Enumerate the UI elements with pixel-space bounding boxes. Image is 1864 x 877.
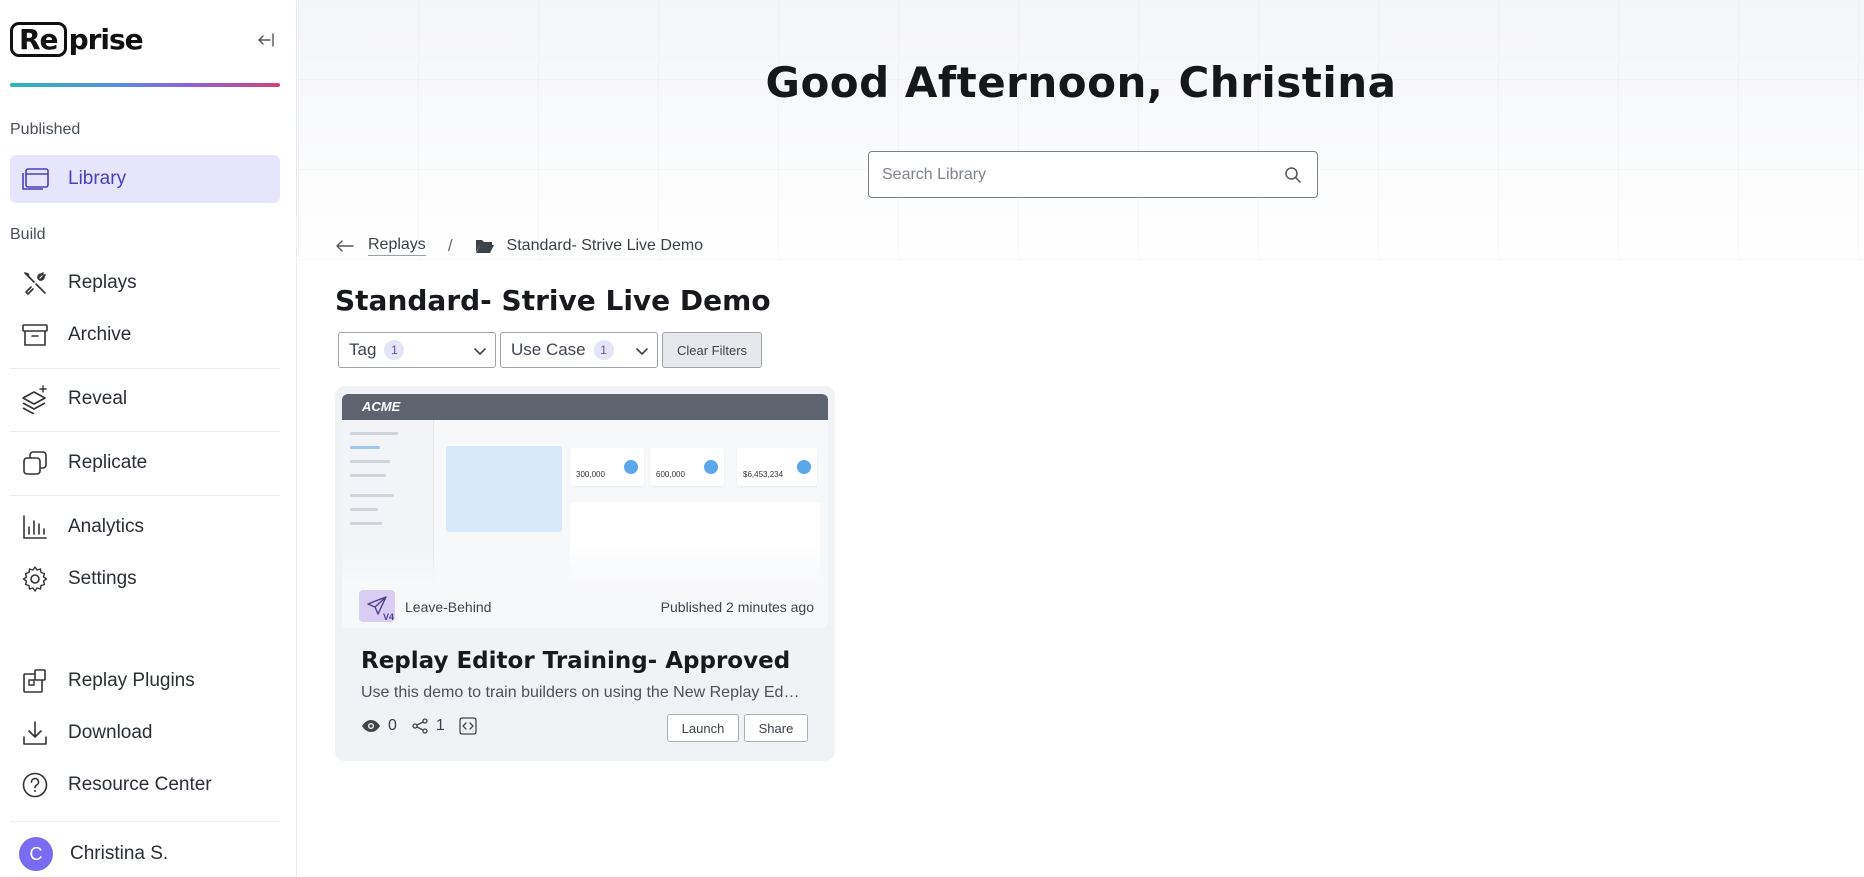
- share-button[interactable]: Share: [744, 714, 808, 742]
- thumbnail-stat: 600,000: [650, 448, 724, 486]
- sidebar-item-replicate[interactable]: Replicate: [10, 439, 280, 487]
- use-case-filter-dropdown[interactable]: Use Case 1: [500, 332, 658, 368]
- sidebar-item-download[interactable]: Download: [10, 709, 280, 757]
- sidebar-item-label: Replay Plugins: [68, 670, 195, 691]
- download-icon: [20, 718, 50, 748]
- card-published-status: Published 2 minutes ago: [660, 599, 814, 615]
- replay-card[interactable]: ACME 300,000 600,000 $6,453,234 V4 Leave…: [335, 386, 835, 761]
- chevron-down-icon: [473, 343, 487, 363]
- sidebar-item-label: Replicate: [68, 452, 148, 473]
- search-input[interactable]: [869, 152, 1273, 197]
- section-label-build: Build: [10, 226, 46, 243]
- thumbnail-stat: 300,000: [570, 448, 644, 486]
- version-badge: V4: [382, 612, 394, 622]
- user-menu[interactable]: C Christina S.: [10, 831, 280, 877]
- clear-filters-button[interactable]: Clear Filters: [662, 332, 762, 368]
- folder-open-icon: [475, 238, 495, 254]
- tag-filter-dropdown[interactable]: Tag 1: [338, 332, 496, 368]
- divider: [10, 495, 280, 496]
- sidebar-item-label: Download: [68, 722, 153, 743]
- section-label-published: Published: [10, 121, 81, 138]
- logo-mark: Re: [10, 22, 67, 57]
- copy-icon: [20, 448, 50, 478]
- sidebar-item-library[interactable]: Library: [10, 155, 280, 203]
- logo-text: prise: [68, 23, 144, 56]
- thumbnail-brand: ACME: [362, 399, 401, 414]
- brand-gradient-bar: [10, 83, 280, 87]
- gear-icon: [20, 564, 50, 594]
- puzzle-icon: [20, 666, 50, 696]
- header-background: [298, 0, 1864, 260]
- collapse-sidebar-icon[interactable]: [256, 30, 276, 50]
- replay-thumbnail[interactable]: ACME 300,000 600,000 $6,453,234 V4 Leave…: [342, 394, 828, 628]
- main-content: Good Afternoon, Christina Replays / Stan…: [298, 0, 1864, 877]
- thumbnail-fade-overlay: [342, 544, 828, 628]
- search-icon[interactable]: [1273, 166, 1313, 184]
- sidebar-item-label: Replays: [68, 272, 137, 293]
- share-count: 1: [435, 717, 445, 734]
- sidebar-item-label: Resource Center: [68, 774, 212, 795]
- search-box: [868, 151, 1318, 198]
- launch-button[interactable]: Launch: [667, 714, 739, 742]
- sidebar-item-label: Reveal: [68, 388, 128, 409]
- sidebar-item-analytics[interactable]: Analytics: [10, 503, 280, 551]
- card-meta: 0 1: [361, 717, 484, 735]
- sidebar-item-label: Analytics: [68, 516, 145, 537]
- sidebar-item-settings[interactable]: Settings: [10, 555, 280, 603]
- sidebar: Re prise Published Library Build Replays…: [0, 0, 297, 877]
- leave-behind-icon: V4: [359, 590, 395, 622]
- thumbnail-stat: $6,453,234: [737, 448, 817, 486]
- tools-icon: [20, 268, 50, 298]
- breadcrumb-separator: /: [447, 236, 453, 255]
- sidebar-item-label: Archive: [68, 324, 132, 345]
- reprise-logo[interactable]: Re prise: [10, 22, 144, 57]
- tag-filter-count-badge: 1: [384, 340, 405, 360]
- breadcrumb-current: Standard- Strive Live Demo: [506, 237, 704, 254]
- view-count: 0: [388, 717, 397, 734]
- bar-chart-icon: [20, 512, 50, 542]
- divider: [10, 368, 280, 369]
- sidebar-item-label: Library: [68, 168, 127, 189]
- card-title[interactable]: Replay Editor Training- Approved: [361, 648, 790, 674]
- thumbnail-topbar: [342, 394, 828, 420]
- arrow-left-icon[interactable]: [336, 240, 354, 252]
- thumbnail-quote-card: [446, 446, 562, 532]
- sidebar-item-label: Settings: [68, 568, 137, 589]
- breadcrumb-replays-link[interactable]: Replays: [368, 236, 426, 256]
- card-type-label: Leave-Behind: [405, 599, 492, 615]
- sidebar-item-archive[interactable]: Archive: [10, 311, 280, 359]
- greeting-title: Good Afternoon, Christina: [765, 58, 1397, 107]
- divider: [10, 821, 280, 822]
- user-name: Christina S.: [70, 843, 169, 864]
- share-nodes-icon: [411, 718, 429, 734]
- archive-icon: [20, 320, 50, 350]
- eye-icon: [361, 719, 381, 733]
- embed-code-icon[interactable]: [459, 717, 477, 735]
- sidebar-item-resource-center[interactable]: Resource Center: [10, 761, 280, 809]
- divider: [10, 431, 280, 432]
- use-case-filter-count-badge: 1: [593, 340, 614, 360]
- page-title: Standard- Strive Live Demo: [335, 284, 771, 317]
- tag-filter-label: Tag: [349, 340, 377, 359]
- card-description: Use this demo to train builders on using…: [361, 684, 801, 701]
- sidebar-item-replay-plugins[interactable]: Replay Plugins: [10, 657, 280, 705]
- avatar: C: [19, 837, 53, 871]
- chevron-down-icon: [635, 343, 649, 363]
- use-case-filter-label: Use Case: [511, 340, 586, 359]
- sidebar-item-replays[interactable]: Replays: [10, 259, 280, 307]
- breadcrumb: Replays / Standard- Strive Live Demo: [336, 236, 703, 256]
- help-circle-icon: [20, 770, 50, 800]
- sidebar-item-reveal[interactable]: Reveal: [10, 375, 280, 423]
- library-icon: [20, 164, 50, 194]
- layers-sparkle-icon: [20, 384, 50, 414]
